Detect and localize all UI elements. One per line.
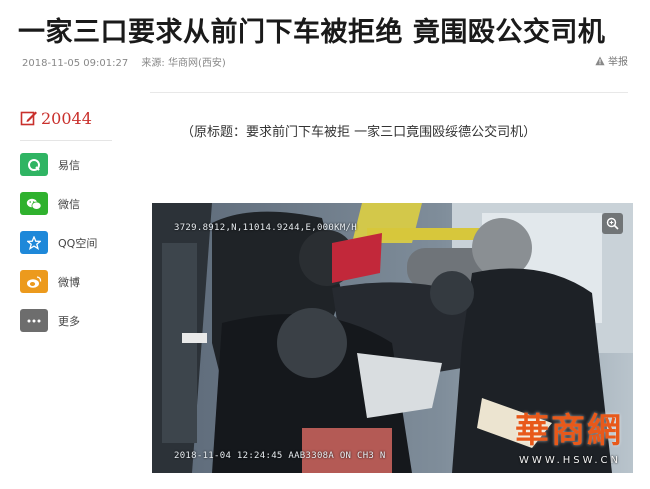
share-wechat[interactable]: 微信	[20, 192, 112, 215]
share-panel: 20044 易信 微信 QQ空间 微博 更多	[20, 108, 112, 348]
share-qzone[interactable]: QQ空间	[20, 231, 112, 254]
share-yixin-label: 易信	[58, 158, 80, 172]
share-more-label: 更多	[58, 314, 80, 328]
article-photo[interactable]: 3729.8912,N,11014.9244,E,000KM/H 2018-11…	[152, 203, 633, 473]
qzone-icon	[20, 231, 48, 254]
camera-coordinates: 3729.8912,N,11014.9244,E,000KM/H	[174, 223, 357, 233]
warning-icon	[595, 56, 605, 66]
comment-count[interactable]: 20044	[20, 108, 112, 130]
report-button[interactable]: 举报	[595, 53, 628, 68]
zoom-icon	[606, 217, 619, 230]
publish-time: 2018-11-05 09:01:27	[22, 58, 129, 69]
edit-icon	[20, 111, 37, 126]
comment-count-value: 20044	[41, 108, 92, 128]
share-yixin[interactable]: 易信	[20, 153, 112, 176]
watermark-url: WWW.HSW.CN	[519, 455, 621, 466]
share-more[interactable]: 更多	[20, 309, 112, 332]
share-divider	[20, 140, 112, 141]
zoom-button[interactable]	[602, 213, 623, 234]
weibo-icon	[20, 270, 48, 293]
article-source: 来源: 华商网(西安)	[141, 58, 226, 69]
share-wechat-label: 微信	[58, 197, 80, 211]
camera-timestamp: 2018-11-04 12:24:45 AAB3308A ON CH3 N	[174, 451, 386, 461]
share-weibo[interactable]: 微博	[20, 270, 112, 293]
wechat-icon	[20, 192, 48, 215]
share-qzone-label: QQ空间	[58, 236, 98, 250]
report-label: 举报	[608, 57, 628, 68]
more-icon	[20, 309, 48, 332]
article-meta: 2018-11-05 09:01:27 来源: 华商网(西安)	[22, 54, 236, 69]
article-title: 一家三口要求从前门下车被拒绝 竟围殴公交司机	[18, 17, 606, 48]
share-weibo-label: 微博	[58, 275, 80, 289]
article-subtitle: （原标题：要求前门下车被拒 一家三口竟围殴绥德公交司机）	[181, 125, 537, 140]
yixin-icon	[20, 153, 48, 176]
header-divider	[150, 92, 628, 93]
watermark-logo: 華商網	[515, 411, 623, 451]
